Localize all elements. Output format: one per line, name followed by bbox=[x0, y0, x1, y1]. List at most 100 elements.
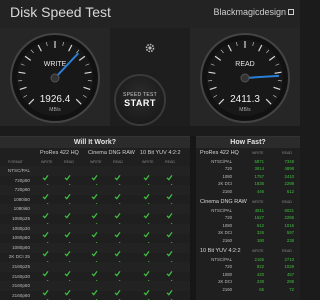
format-row: 1080p60 bbox=[0, 242, 190, 257]
subhead-read: READ bbox=[113, 160, 123, 164]
brand-mark-icon bbox=[288, 9, 294, 15]
checkmark-icon bbox=[143, 216, 150, 229]
checkmark-icon bbox=[42, 216, 49, 229]
start-button-label: START bbox=[124, 98, 156, 108]
checkmark-icon bbox=[143, 283, 150, 296]
checkmark-icon bbox=[91, 254, 98, 267]
how-fast-row: NTSC/PAL 2165 2710 bbox=[196, 256, 300, 263]
format-label: 2160p25 bbox=[12, 264, 30, 269]
how-fast-group-title: Cinema DNG RAW bbox=[200, 199, 247, 205]
format-row: 1080i60 bbox=[0, 204, 190, 219]
how-fast-row: 2K DCI 238 298 bbox=[196, 278, 300, 285]
checkmark-icon bbox=[166, 244, 173, 257]
checkmark-icon bbox=[166, 196, 173, 209]
subhead-read: READ bbox=[165, 160, 175, 164]
format-label: 1080p50 bbox=[12, 235, 30, 241]
format-label: 1080i50 bbox=[13, 196, 30, 202]
checkmark-icon bbox=[166, 235, 173, 248]
checkmark-icon bbox=[114, 187, 121, 200]
checkmark-icon bbox=[64, 235, 71, 248]
checkmark-icon bbox=[91, 196, 98, 209]
format-row: 720p50 bbox=[0, 176, 190, 190]
checkmark-icon bbox=[114, 235, 121, 248]
how-fast-format: NTSC/PAL bbox=[211, 159, 232, 164]
how-fast-read-fps: 298 bbox=[286, 279, 294, 285]
how-fast-read-col: READ bbox=[282, 200, 292, 204]
format-label: 1080p60 bbox=[12, 244, 30, 250]
how-fast-write-fps: 446 bbox=[256, 188, 264, 194]
how-fast-format: 1080 bbox=[222, 173, 232, 179]
how-fast-row: NTSC/PAL 5871 7348 bbox=[196, 158, 300, 165]
how-fast-format: 2160 bbox=[222, 188, 232, 194]
how-fast-write-fps: 65 bbox=[259, 286, 264, 292]
how-fast-read-fps: 72 bbox=[289, 286, 294, 292]
checkmark-icon bbox=[64, 273, 71, 286]
checkmark-icon bbox=[42, 206, 49, 219]
how-fast-format: 2160 bbox=[222, 286, 232, 292]
checkmark-icon bbox=[143, 244, 150, 257]
checkmark-icon bbox=[114, 273, 121, 286]
how-fast-format: NTSC/PAL bbox=[211, 257, 232, 262]
how-fast-row: 2K DCI 326 597 bbox=[196, 229, 300, 236]
checkmark-icon bbox=[42, 264, 49, 277]
how-fast-row: 2160 190 238 bbox=[196, 237, 300, 244]
how-fast-format: 1080 bbox=[222, 222, 232, 228]
format-row: 1080p50 bbox=[0, 233, 190, 248]
how-fast-write-fps: 822 bbox=[256, 264, 264, 270]
checkmark-icon bbox=[166, 264, 173, 277]
write-speed-value: 1926.4 bbox=[39, 94, 71, 105]
how-fast-write-fps: 420 bbox=[256, 271, 264, 277]
checkmark-icon bbox=[166, 292, 173, 300]
checkmark-icon bbox=[166, 168, 173, 181]
checkmark-icon bbox=[166, 283, 173, 296]
format-label: 720p50 bbox=[14, 177, 30, 183]
checkmark-icon bbox=[166, 273, 173, 286]
read-speed-unit: MB/s bbox=[239, 107, 251, 113]
checkmark-icon bbox=[114, 292, 121, 300]
how-fast-row: 1080 420 457 bbox=[196, 271, 300, 278]
checkmark-icon bbox=[114, 225, 121, 238]
checkmark-icon bbox=[91, 235, 98, 248]
checkmark-icon bbox=[64, 283, 71, 296]
format-label: 2160p30 bbox=[12, 273, 30, 279]
checkmark-icon bbox=[143, 187, 150, 200]
checkmark-icon bbox=[42, 177, 49, 190]
checkmark-icon bbox=[91, 177, 98, 190]
checkmark-icon bbox=[143, 225, 150, 238]
checkmark-icon bbox=[42, 244, 49, 257]
codec-header-yuv: 10 Bit YUV 4:2:2 bbox=[140, 150, 181, 156]
format-row: 2K DCI 25 bbox=[0, 252, 190, 267]
checkmark-icon bbox=[114, 177, 121, 190]
format-row: 2160p25 bbox=[0, 262, 190, 277]
speed-test-start-button[interactable]: SPEED TEST START bbox=[114, 74, 166, 126]
how-fast-format: 1080 bbox=[222, 271, 232, 277]
checkmark-icon bbox=[42, 196, 49, 209]
checkmark-icon bbox=[114, 264, 121, 277]
how-fast-row: 720 822 1029 bbox=[196, 263, 300, 270]
format-label: 1080p30 bbox=[12, 225, 30, 231]
checkmark-icon bbox=[114, 254, 121, 267]
format-label: 1080i60 bbox=[13, 206, 30, 212]
format-label: 2160p50 bbox=[12, 283, 30, 289]
how-fast-write-fps: 3914 bbox=[254, 166, 264, 172]
how-fast-row: 2K DCI 1835 2298 bbox=[196, 180, 300, 187]
how-fast-row: 2160 65 72 bbox=[196, 286, 300, 293]
how-fast-read-col: READ bbox=[282, 151, 292, 155]
checkmark-icon bbox=[143, 254, 150, 267]
checkmark-icon bbox=[114, 244, 121, 257]
how-fast-group-title: 10 Bit YUV 4:2:2 bbox=[200, 248, 241, 254]
checkmark-icon bbox=[143, 292, 150, 300]
checkmark-icon bbox=[64, 264, 71, 277]
checkmark-icon bbox=[91, 206, 98, 219]
checkmark-icon bbox=[64, 225, 71, 238]
read-gauge-panel: READ 2411.3 MB/s bbox=[190, 28, 300, 126]
how-fast-row: NTSC/PAL 4811 6021 bbox=[196, 207, 300, 214]
read-gauge-label: READ bbox=[235, 61, 254, 68]
how-fast-write-fps: 5871 bbox=[254, 159, 264, 164]
checkmark-icon bbox=[64, 254, 71, 267]
how-fast-write-fps: 1627 bbox=[254, 215, 264, 221]
checkmark-icon bbox=[114, 216, 121, 229]
checkmark-icon bbox=[64, 244, 71, 257]
how-fast-write-fps: 2165 bbox=[254, 257, 264, 262]
gear-icon[interactable] bbox=[144, 42, 156, 54]
